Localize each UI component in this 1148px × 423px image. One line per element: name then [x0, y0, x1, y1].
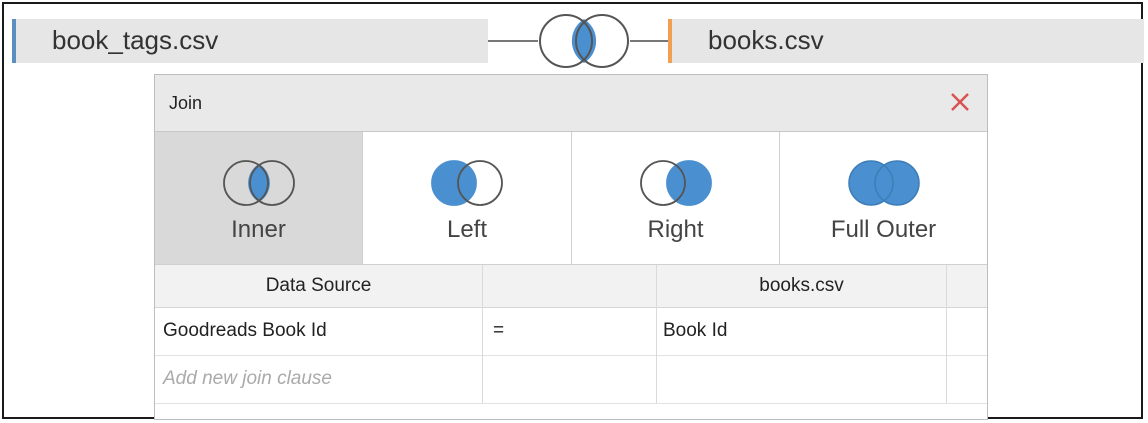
join-type-label: Full Outer [830, 216, 937, 243]
join-type-label: Left [446, 216, 488, 243]
full-outer-join-icon [847, 160, 920, 206]
left-table-pill[interactable]: book_tags.csv [12, 19, 488, 63]
add-join-clause-placeholder[interactable]: Add new join clause [155, 355, 483, 403]
close-icon [951, 93, 969, 111]
join-type-full-outer[interactable]: Full Outer [780, 132, 987, 264]
row-spacer [947, 307, 987, 355]
join-dialog: Join Inner Left Right Full Outer Data So… [154, 74, 988, 420]
dialog-header: Join [155, 75, 987, 132]
join-clause-table: Data Source books.csv Goodreads Book Id … [155, 264, 987, 421]
join-type-inner[interactable]: Inner [155, 132, 363, 264]
table-header-row: Data Source books.csv [155, 265, 987, 308]
right-join-icon [639, 160, 712, 206]
join-link-icon[interactable] [488, 10, 688, 72]
add-clause-row[interactable]: Add new join clause [155, 355, 987, 404]
join-type-label: Inner [231, 216, 286, 243]
table-row[interactable]: Goodreads Book Id = Book Id [155, 307, 987, 356]
join-type-label: Right [647, 216, 704, 243]
join-type-selector: Inner Left Right Full Outer [155, 132, 987, 264]
dialog-title: Join [169, 93, 203, 113]
screenshot-frame: book_tags.csv books.csv Join Inner Left … [2, 2, 1144, 420]
empty-cell [483, 355, 657, 403]
left-field-cell[interactable]: Goodreads Book Id [155, 307, 483, 355]
join-type-left[interactable]: Left [363, 132, 572, 264]
right-table-name: books.csv [708, 25, 824, 55]
inner-join-icon [488, 14, 668, 68]
left-join-icon [431, 160, 503, 206]
row-spacer [947, 355, 987, 403]
column-header-data-source[interactable]: Data Source [155, 265, 483, 307]
inner-join-icon [222, 160, 295, 206]
column-header-operator [483, 265, 657, 307]
left-table-name: book_tags.csv [52, 25, 219, 55]
right-table-pill[interactable]: books.csv [668, 19, 1144, 63]
column-header-spacer [947, 265, 987, 307]
right-field-cell[interactable]: Book Id [657, 307, 947, 355]
join-type-right[interactable]: Right [572, 132, 780, 264]
operator-cell[interactable]: = [483, 307, 657, 355]
column-header-books-csv[interactable]: books.csv [657, 265, 947, 307]
close-button[interactable] [943, 85, 977, 119]
empty-cell [657, 355, 947, 403]
